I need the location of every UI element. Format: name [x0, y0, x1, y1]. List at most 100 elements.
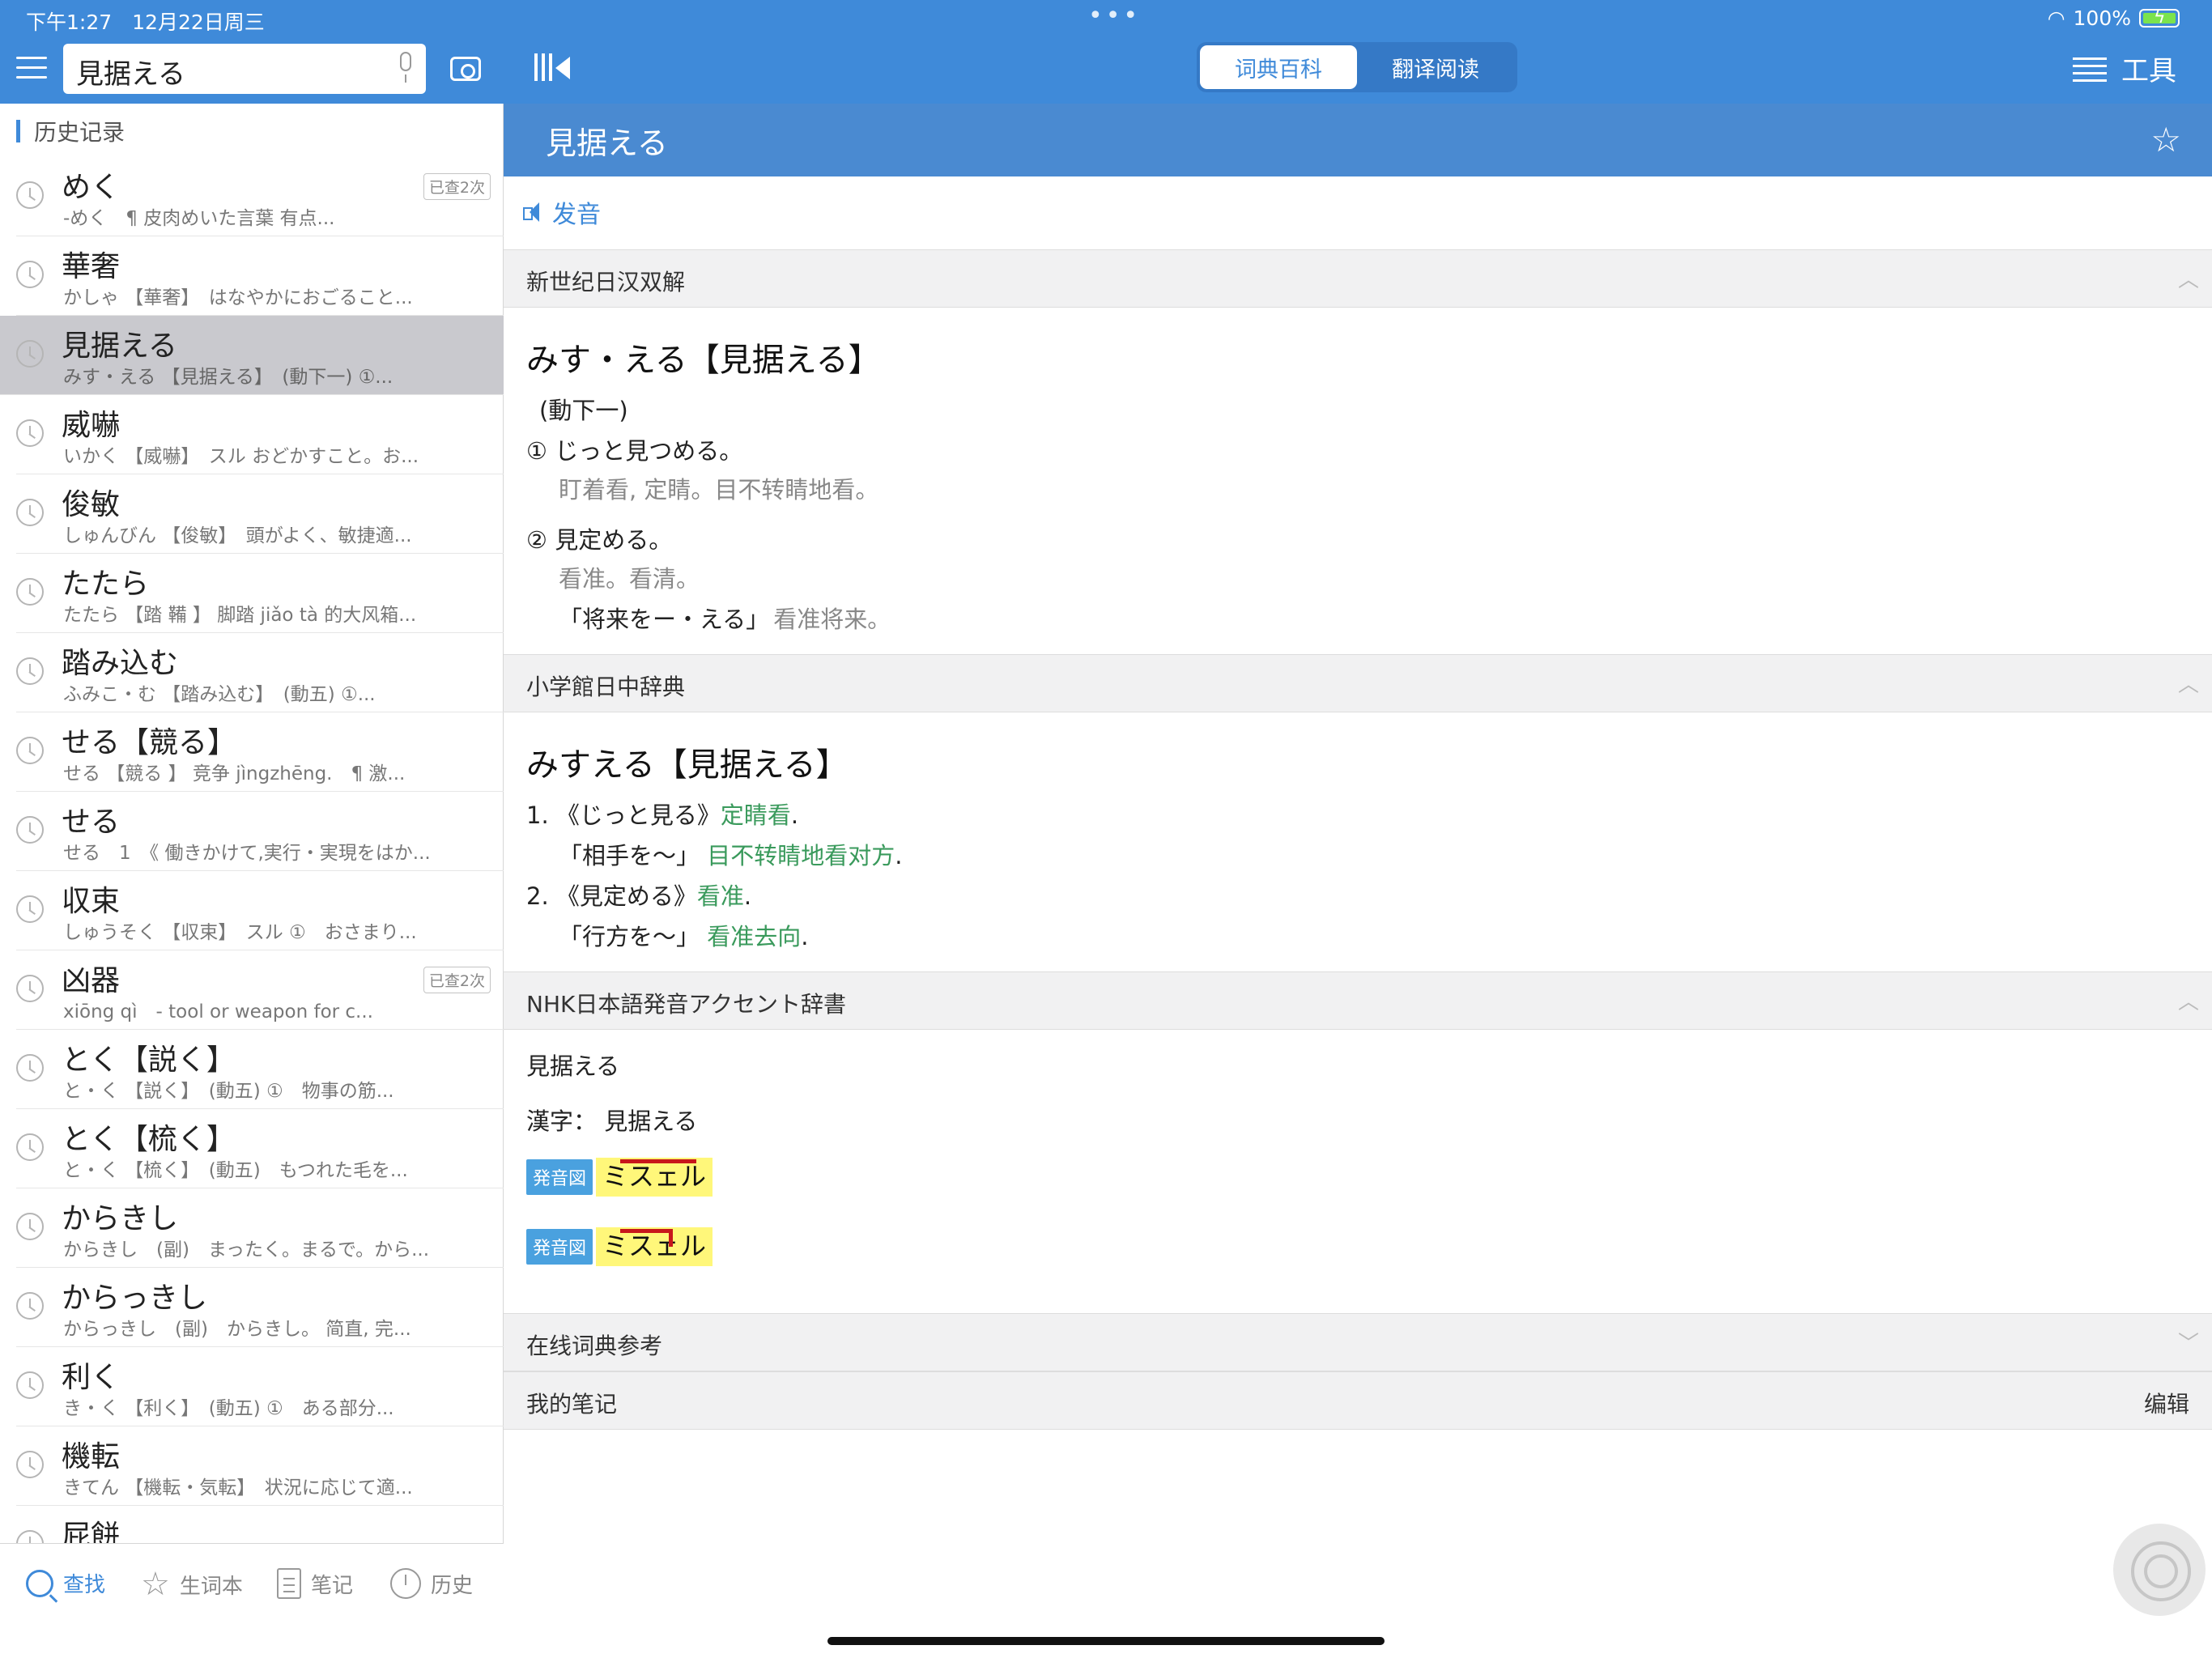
- tab-history[interactable]: 历史: [390, 1568, 473, 1599]
- clock-icon: [16, 419, 44, 447]
- tools-button[interactable]: 工具: [2073, 49, 2176, 88]
- history-snippet: しゅうそく 【収束】 スル ① おさまり...: [63, 922, 417, 943]
- list-item[interactable]: 威嚇 いかく 【威嚇】 スル おどかすこと。お...: [16, 395, 504, 474]
- list-item[interactable]: 屁餅: [16, 1506, 504, 1543]
- entry-panel: 見据える ☆ 发音 新世纪日汉双解 ︿ みす・える【見据える】 (動下一) ① …: [504, 104, 2212, 1658]
- clock-icon: [16, 737, 44, 764]
- kanji-label: 漢字：: [526, 1107, 598, 1135]
- history-snippet: いかく 【威嚇】 スル おどかすこと。お...: [63, 446, 419, 467]
- search-input[interactable]: 見据える: [63, 44, 426, 94]
- history-snippet: -めく ¶ 皮肉めいた言葉 有点...: [63, 208, 335, 229]
- accent-diagram[interactable]: 発音図 ミスェル: [526, 1158, 713, 1197]
- history-snippet: しゅんびん 【俊敏】 頭がよく、敏捷適...: [63, 525, 412, 546]
- list-item[interactable]: 凶器 xiōng qì - tool or weapon for c... 已查…: [16, 950, 504, 1030]
- list-item[interactable]: せる せる 1 《 働きかけて,実行・実現をはか...: [16, 792, 504, 871]
- history-word: からきし: [62, 1202, 179, 1235]
- example-cn: 看准去向: [707, 923, 802, 950]
- sense-jp: 《じっと見る》: [555, 801, 721, 829]
- list-item[interactable]: とく【梳く】 と・く 【梳く】 (動五) もつれた毛を...: [16, 1109, 504, 1188]
- list-item[interactable]: 華奢 かしゃ 【華奢】 はなやかにおごること...: [16, 236, 504, 316]
- history-snippet: かしゃ 【華奢】 はなやかにおごること...: [63, 287, 413, 308]
- list-item[interactable]: 収束 しゅうそく 【収束】 スル ① おさまり...: [16, 871, 504, 950]
- section-header-shinseiki[interactable]: 新世纪日汉双解 ︿: [504, 249, 2212, 308]
- history-snippet: と・く 【説く】 (動五) ① 物事の筋...: [63, 1081, 394, 1102]
- multitask-dots-icon[interactable]: •••: [1088, 2, 1141, 30]
- history-word: とく【説く】: [62, 1044, 236, 1077]
- tab-vocab-label: 生词本: [179, 1574, 243, 1599]
- history-snippet: せる 1 《 働きかけて,実行・実現をはか...: [63, 843, 431, 864]
- list-item[interactable]: 利く き・く 【利く】 (動五) ① ある部分...: [16, 1347, 504, 1426]
- clock-icon: [16, 1213, 44, 1240]
- pronounce-button[interactable]: 发音: [521, 194, 601, 230]
- section-header-nhk[interactable]: NHK日本語発音アクセント辞書 ︿: [504, 971, 2212, 1030]
- menu-icon[interactable]: [16, 57, 47, 79]
- list-item[interactable]: めく -めく ¶ 皮肉めいた言葉 有点... 已查2次: [16, 157, 504, 236]
- microphone-icon[interactable]: [397, 52, 415, 84]
- tab-translate[interactable]: 翻译阅读: [1357, 45, 1514, 89]
- chevron-down-icon[interactable]: ﹀: [2178, 1327, 2199, 1357]
- list-item[interactable]: たたら たたら 【踏 鞴 】 脚踏 jiǎo tà 的大风箱...: [16, 554, 504, 633]
- tab-vocab[interactable]: ☆ 生词本: [141, 1568, 243, 1601]
- period: .: [801, 923, 809, 950]
- sense-jp: 《見定める》: [555, 882, 697, 910]
- history-snippet: たたら 【踏 鞴 】 脚踏 jiǎo tà 的大风箱...: [63, 605, 417, 626]
- headword: みす・える【見据える】: [526, 342, 881, 379]
- history-word: 機転: [62, 1440, 121, 1473]
- history-snippet: からっきし (副) からきし。 简直, 完...: [63, 1319, 411, 1340]
- sidebar-toggle-icon[interactable]: [534, 53, 572, 83]
- history-word: 踏み込む: [62, 647, 179, 680]
- assistive-touch-button[interactable]: [2113, 1524, 2206, 1616]
- chevron-up-icon[interactable]: ︿: [2178, 985, 2199, 1015]
- list-item[interactable]: 機転 きてん 【機転・気転】 状況に応じて適...: [16, 1426, 504, 1506]
- history-snippet: xiōng qì - tool or weapon for c...: [63, 1001, 373, 1022]
- list-item[interactable]: せる【競る】 せる 【競る 】 竞争 jìngzhēng. ¶ 激...: [16, 712, 504, 792]
- edit-notes-button[interactable]: 编辑: [2144, 1387, 2189, 1419]
- example-jp: 「行方を～」: [559, 923, 700, 950]
- chevron-up-icon[interactable]: ︿: [2178, 263, 2199, 293]
- accent-diagram[interactable]: 発音図 ミスェル: [526, 1227, 713, 1266]
- favorite-star-icon[interactable]: ☆: [2150, 120, 2181, 159]
- accent-kana: ミスェル: [596, 1158, 713, 1197]
- battery-icon: ϟ: [2139, 7, 2180, 28]
- history-header: 历史记录: [0, 104, 504, 157]
- history-word: 凶器: [62, 964, 121, 997]
- history-snippet: き・く 【利く】 (動五) ① ある部分...: [63, 1398, 394, 1419]
- list-item[interactable]: からきし からきし (副) まったく。まるで。から...: [16, 1188, 504, 1268]
- tab-dictionary[interactable]: 词典百科: [1200, 45, 1357, 89]
- clock-icon: [16, 578, 44, 606]
- history-word: めく: [62, 171, 121, 204]
- chevron-up-icon[interactable]: ︿: [2178, 668, 2199, 698]
- history-word: 収束: [62, 885, 121, 918]
- list-item[interactable]: 俊敏 しゅんびん 【俊敏】 頭がよく、敏捷適...: [16, 474, 504, 554]
- list-item-selected[interactable]: 見据える みす・える 【見据える】 (動下一) ①...: [0, 316, 504, 395]
- tab-search[interactable]: 查找: [26, 1568, 105, 1598]
- clock-icon: [16, 895, 44, 923]
- history-word: とく【梳く】: [62, 1123, 236, 1156]
- section-title: 我的笔记: [526, 1391, 618, 1418]
- section-header-online[interactable]: 在线词典参考 ﹀: [504, 1313, 2212, 1371]
- history-word: からっきし: [62, 1282, 208, 1315]
- status-time: 下午1:27 12月22日周三: [26, 11, 265, 34]
- camera-icon[interactable]: [450, 57, 481, 81]
- history-panel: 历史记录 めく -めく ¶ 皮肉めいた言葉 有点... 已查2次 華奢 かしゃ …: [0, 104, 504, 1658]
- history-snippet: ふみこ・む 【踏み込む】 (動五) ①...: [63, 684, 376, 705]
- speaker-icon: [521, 201, 544, 223]
- history-list[interactable]: めく -めく ¶ 皮肉めいた言葉 有点... 已查2次 華奢 かしゃ 【華奢】 …: [0, 157, 504, 1543]
- clock-icon: [16, 181, 44, 209]
- list-item[interactable]: からっきし からっきし (副) からきし。 简直, 完...: [16, 1268, 504, 1347]
- section-title: 在线词典参考: [526, 1333, 663, 1359]
- pronounce-label: 发音: [552, 201, 601, 229]
- example-jp: 「相手を～」: [559, 842, 700, 869]
- example-jp: 「将来をー・える」: [559, 606, 770, 633]
- lookup-count-badge: 已查2次: [423, 967, 491, 993]
- tab-notes[interactable]: 笔记: [277, 1568, 353, 1599]
- section-header-shogakukan[interactable]: 小学館日中辞典 ︿: [504, 654, 2212, 712]
- accent-label: 発音図: [526, 1159, 593, 1195]
- list-item[interactable]: 踏み込む ふみこ・む 【踏み込む】 (動五) ①...: [16, 633, 504, 712]
- clock-icon: [16, 1054, 44, 1082]
- list-item[interactable]: とく【説く】 と・く 【説く】 (動五) ① 物事の筋...: [16, 1030, 504, 1109]
- history-word: せる【競る】: [62, 726, 237, 759]
- list-icon: [2073, 56, 2107, 82]
- example: 「行方を～」 看准去向.: [559, 918, 808, 952]
- home-indicator[interactable]: [827, 1637, 1385, 1645]
